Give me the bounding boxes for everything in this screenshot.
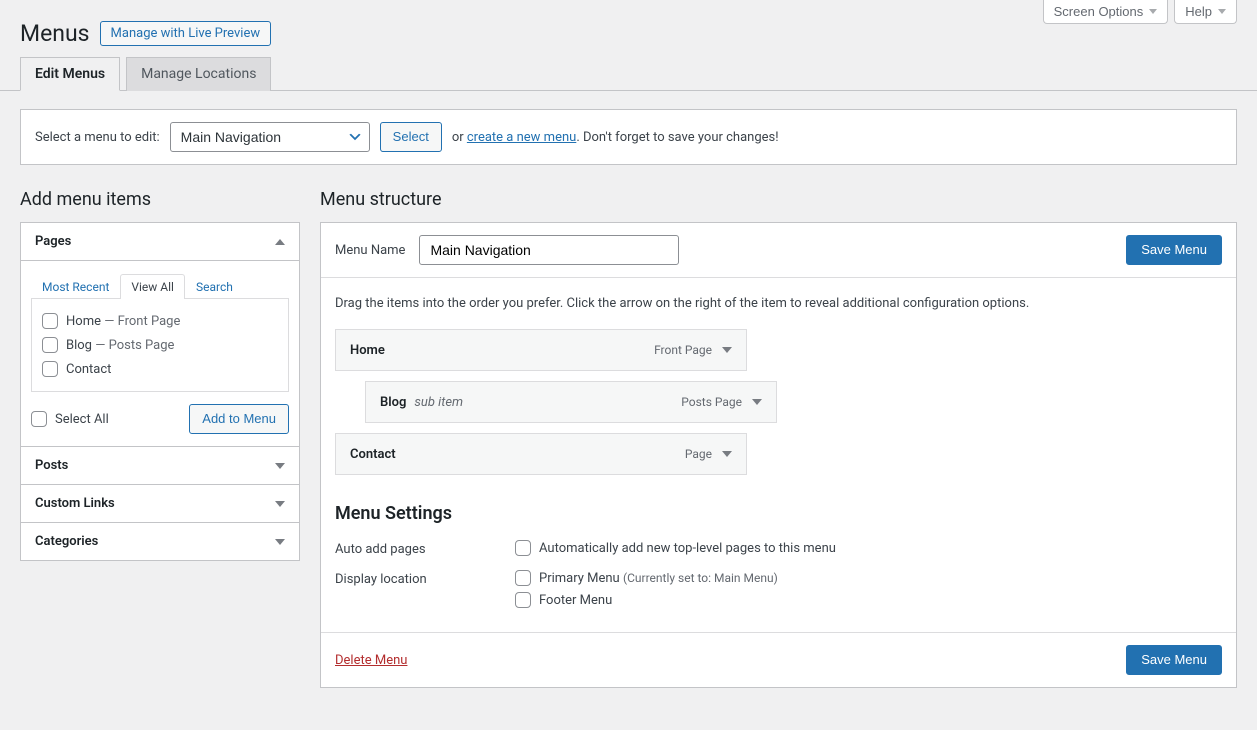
accordion-custom-links-title: Custom Links xyxy=(35,496,115,511)
select-all-label: Select All xyxy=(55,412,109,427)
select-menu-label: Select a menu to edit: xyxy=(35,130,160,145)
accordion-pages-title: Pages xyxy=(35,234,71,249)
live-preview-button[interactable]: Manage with Live Preview xyxy=(100,21,272,46)
caret-up-icon xyxy=(275,239,285,245)
or-text: or xyxy=(452,130,464,145)
select-all-checkbox[interactable] xyxy=(31,411,47,427)
accordion-categories-title: Categories xyxy=(35,534,98,549)
menu-settings-heading: Menu Settings xyxy=(335,503,1222,524)
page-checkbox-contact[interactable] xyxy=(42,361,58,377)
page-suffix-text: — Posts Page xyxy=(92,338,174,353)
page-title-text: Home xyxy=(66,314,101,329)
page-checkbox-blog[interactable] xyxy=(42,337,58,353)
screen-options-label: Screen Options xyxy=(1054,4,1144,19)
menu-item-type: Page xyxy=(685,447,712,461)
help-button[interactable]: Help xyxy=(1174,0,1237,24)
caret-down-icon xyxy=(1218,9,1226,14)
tab-edit-menus[interactable]: Edit Menus xyxy=(20,57,120,91)
menu-item-contact[interactable]: Contact Page xyxy=(335,433,747,475)
page-suffix-text: — Front Page xyxy=(101,314,180,329)
delete-menu-link[interactable]: Delete Menu xyxy=(335,653,407,668)
auto-add-pages-checkbox[interactable] xyxy=(515,540,531,556)
menu-item-toggle-icon[interactable] xyxy=(722,347,732,353)
caret-down-icon xyxy=(1149,9,1157,14)
menu-item-title: Home xyxy=(350,343,385,358)
location-footer-label: Footer Menu xyxy=(539,593,612,608)
page-item: Blog — Posts Page xyxy=(42,333,278,357)
menu-item-toggle-icon[interactable] xyxy=(722,451,732,457)
accordion-categories-header[interactable]: Categories xyxy=(21,522,299,560)
menu-name-input[interactable] xyxy=(419,235,679,265)
caret-down-icon xyxy=(275,463,285,469)
menu-select-dropdown[interactable]: Main Navigation xyxy=(170,122,370,152)
screen-options-button[interactable]: Screen Options xyxy=(1043,0,1169,24)
menu-structure-heading: Menu structure xyxy=(320,189,1237,210)
location-footer-checkbox[interactable] xyxy=(515,592,531,608)
page-title: Menus xyxy=(20,20,90,47)
help-label: Help xyxy=(1185,4,1212,19)
inner-tab-most-recent[interactable]: Most Recent xyxy=(31,274,120,299)
menu-structure-hint: Drag the items into the order you prefer… xyxy=(335,296,1222,311)
select-menu-button[interactable]: Select xyxy=(380,122,442,152)
location-primary-label: Primary Menu xyxy=(539,571,620,586)
menu-item-type: Front Page xyxy=(654,343,712,357)
save-menu-button-bottom[interactable]: Save Menu xyxy=(1126,645,1222,675)
tab-manage-locations[interactable]: Manage Locations xyxy=(126,57,271,91)
menu-item-home[interactable]: Home Front Page xyxy=(335,329,747,371)
reminder-text: . Don't forget to save your changes! xyxy=(576,130,778,145)
menu-item-title: Blog xyxy=(380,395,406,410)
location-primary-paren: (Currently set to: Main Menu) xyxy=(623,571,778,585)
menu-name-label: Menu Name xyxy=(335,243,405,258)
menu-item-blog[interactable]: Blog sub item Posts Page xyxy=(365,381,777,423)
menu-item-toggle-icon[interactable] xyxy=(752,399,762,405)
accordion-posts-header[interactable]: Posts xyxy=(21,446,299,484)
add-to-menu-button[interactable]: Add to Menu xyxy=(189,404,289,434)
add-menu-items-heading: Add menu items xyxy=(20,189,300,210)
accordion-custom-links-header[interactable]: Custom Links xyxy=(21,484,299,522)
accordion-posts-title: Posts xyxy=(35,458,68,473)
display-location-label: Display location xyxy=(335,570,515,587)
pages-list: Home — Front Page Blog — Posts Page Cont… xyxy=(31,298,289,392)
location-primary-checkbox[interactable] xyxy=(515,570,531,586)
inner-tab-view-all[interactable]: View All xyxy=(120,274,185,299)
caret-down-icon xyxy=(275,539,285,545)
page-checkbox-home[interactable] xyxy=(42,313,58,329)
menu-item-title: Contact xyxy=(350,447,396,462)
page-title-text: Blog xyxy=(66,338,92,353)
auto-add-pages-label: Auto add pages xyxy=(335,540,515,557)
accordion-pages-header[interactable]: Pages xyxy=(21,223,299,260)
page-title-text: Contact xyxy=(66,362,111,377)
menu-item-type: Posts Page xyxy=(681,395,742,409)
save-menu-button-top[interactable]: Save Menu xyxy=(1126,235,1222,265)
auto-add-pages-option: Automatically add new top-level pages to… xyxy=(539,541,836,556)
inner-tab-search[interactable]: Search xyxy=(185,274,244,299)
page-item: Home — Front Page xyxy=(42,309,278,333)
page-item: Contact xyxy=(42,357,278,381)
caret-down-icon xyxy=(275,501,285,507)
create-new-menu-link[interactable]: create a new menu xyxy=(467,130,576,145)
menu-item-subtag: sub item xyxy=(414,395,463,410)
